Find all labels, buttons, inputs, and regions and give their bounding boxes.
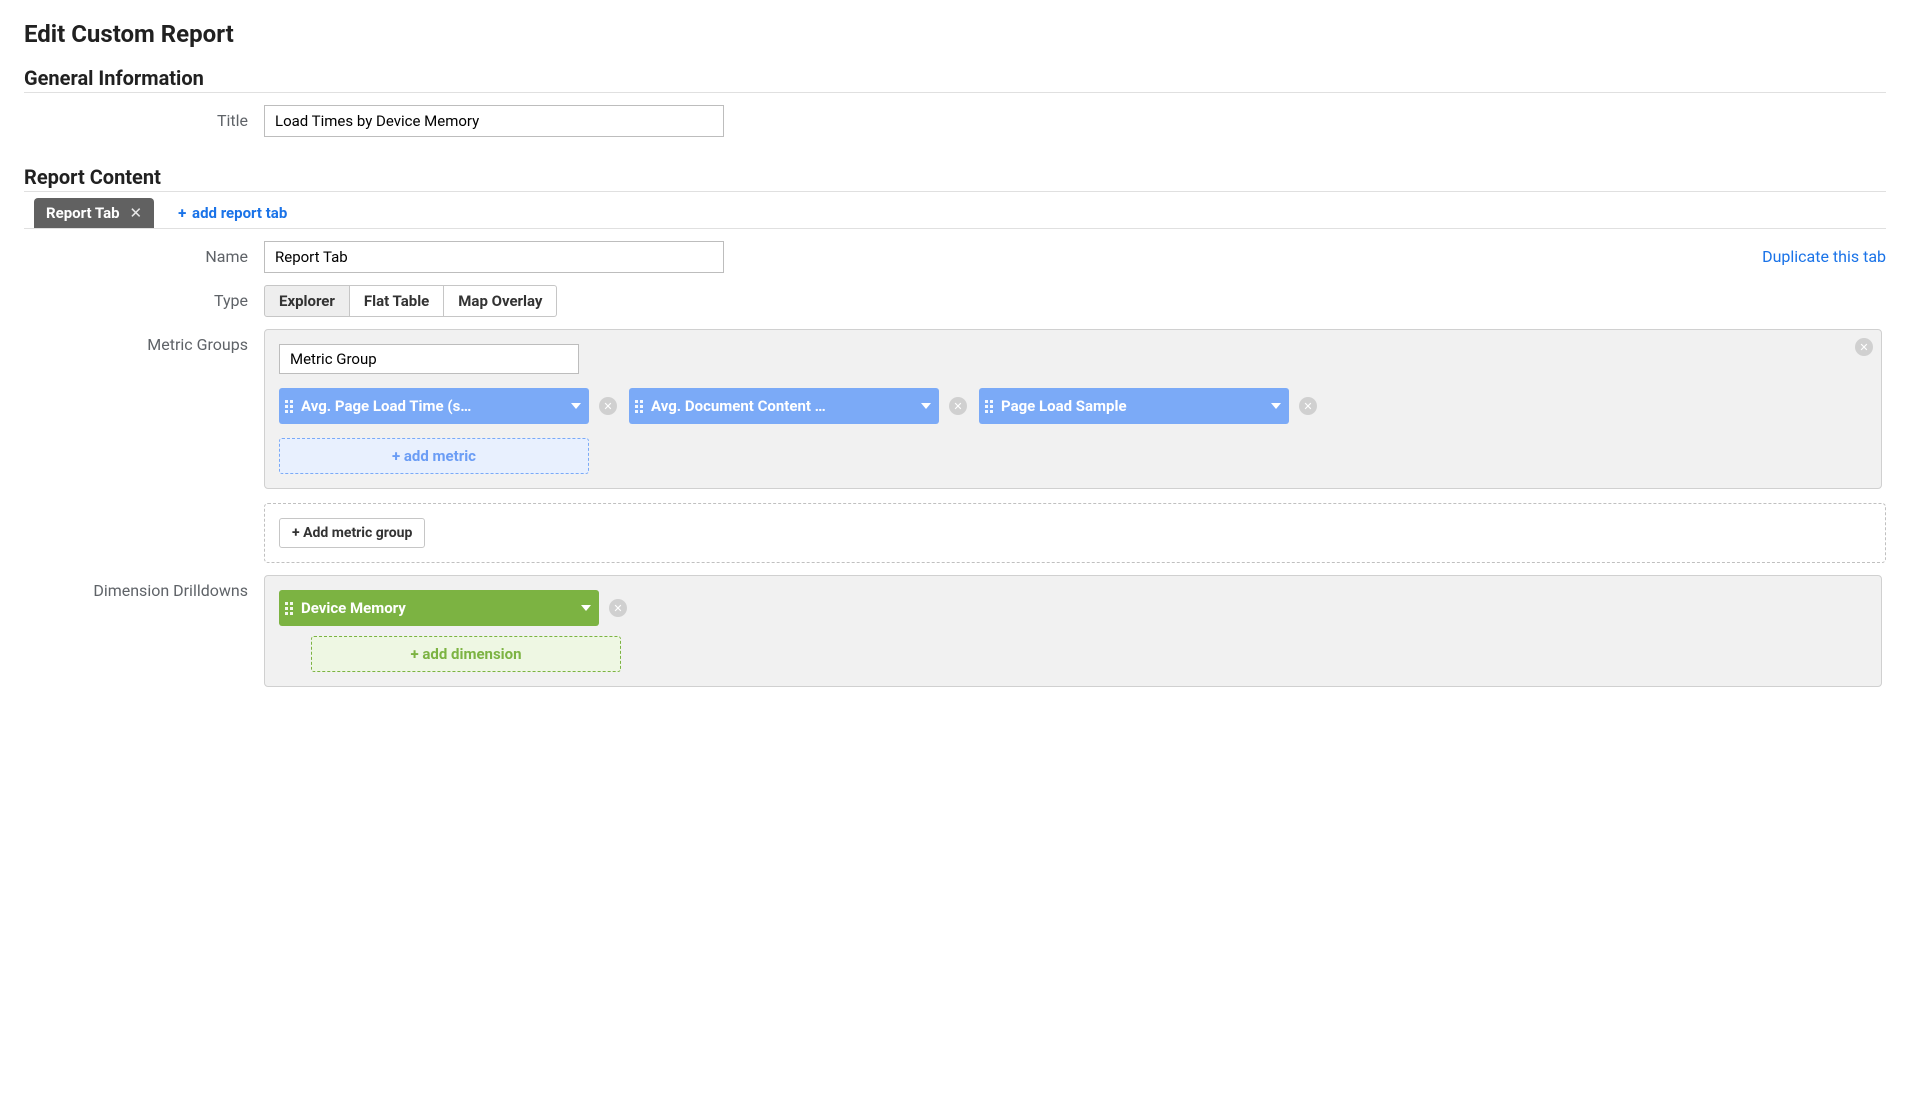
add-dimension-button[interactable]: + add dimension xyxy=(311,636,621,672)
label-title: Title xyxy=(24,105,264,130)
report-tab-strip: Report Tab ✕ + add report tab xyxy=(24,198,1886,229)
label-metric-groups: Metric Groups xyxy=(24,329,264,354)
chevron-down-icon[interactable] xyxy=(571,403,581,409)
metric-chip[interactable]: Avg. Document Content … xyxy=(629,388,939,424)
section-report-content: Report Content xyxy=(24,165,1886,192)
report-tab-label: Report Tab xyxy=(46,204,120,222)
remove-metric-group-icon[interactable]: ✕ xyxy=(1855,338,1873,356)
chevron-down-icon[interactable] xyxy=(581,605,591,611)
drag-handle-icon[interactable] xyxy=(285,400,293,413)
chevron-down-icon[interactable] xyxy=(921,403,931,409)
metric-chip-label: Page Load Sample xyxy=(1001,397,1263,415)
dimension-chip[interactable]: Device Memory xyxy=(279,590,599,626)
page-title: Edit Custom Report xyxy=(24,20,1886,48)
metric-chip[interactable]: Page Load Sample xyxy=(979,388,1289,424)
label-type: Type xyxy=(24,285,264,310)
title-input[interactable] xyxy=(264,105,724,137)
type-toggle-group: Explorer Flat Table Map Overlay xyxy=(264,285,557,317)
remove-dimension-icon[interactable]: ✕ xyxy=(609,599,627,617)
plus-icon: + xyxy=(178,204,186,222)
metric-chip-label: Avg. Page Load Time (s… xyxy=(301,397,563,415)
drag-handle-icon[interactable] xyxy=(285,602,293,615)
type-explorer-button[interactable]: Explorer xyxy=(264,285,350,317)
add-metric-group-button[interactable]: + Add metric group xyxy=(279,518,425,548)
duplicate-tab-link[interactable]: Duplicate this tab xyxy=(1762,247,1886,266)
metric-group-panel: ✕ Avg. Page Load Time (s… ✕ Avg. Documen… xyxy=(264,329,1882,489)
dimension-drilldowns-panel: Device Memory ✕ + add dimension xyxy=(264,575,1882,687)
tab-name-input[interactable] xyxy=(264,241,724,273)
type-flat-table-button[interactable]: Flat Table xyxy=(350,285,444,317)
drag-handle-icon[interactable] xyxy=(635,400,643,413)
metric-chip-label: Avg. Document Content … xyxy=(651,397,913,415)
remove-metric-icon[interactable]: ✕ xyxy=(949,397,967,415)
drag-handle-icon[interactable] xyxy=(985,400,993,413)
report-tab[interactable]: Report Tab ✕ xyxy=(34,198,154,228)
remove-metric-icon[interactable]: ✕ xyxy=(1299,397,1317,415)
remove-metric-icon[interactable]: ✕ xyxy=(599,397,617,415)
label-dimension-drilldowns: Dimension Drilldowns xyxy=(24,575,264,600)
add-metric-group-panel: + Add metric group xyxy=(264,503,1886,563)
type-map-overlay-button[interactable]: Map Overlay xyxy=(444,285,557,317)
dimension-chip-label: Device Memory xyxy=(301,599,573,617)
close-icon[interactable]: ✕ xyxy=(130,204,143,222)
add-metric-button[interactable]: + add metric xyxy=(279,438,589,474)
chevron-down-icon[interactable] xyxy=(1271,403,1281,409)
metric-chip[interactable]: Avg. Page Load Time (s… xyxy=(279,388,589,424)
section-general-information: General Information xyxy=(24,66,1886,93)
add-report-tab-link[interactable]: + add report tab xyxy=(178,204,287,222)
add-report-tab-label: add report tab xyxy=(192,204,287,222)
metric-group-name-input[interactable] xyxy=(279,344,579,374)
label-name: Name xyxy=(24,241,264,266)
